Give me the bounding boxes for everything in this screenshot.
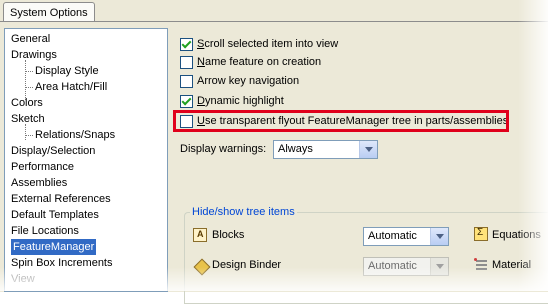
blocks-label: Blocks [212,229,245,241]
hide-show-title: Hide/show tree items [190,205,297,219]
display-warnings-value: Always [278,143,313,155]
blocks-icon [193,228,207,242]
tree-item-display-selection[interactable]: Display/Selection [11,143,95,159]
tree-item-display-style[interactable]: Display Style [25,63,99,79]
options-tree[interactable]: General Drawings Display Style Area Hatc… [4,28,168,292]
tree-item-view[interactable]: View [11,271,35,287]
scroll-selected-checkbox[interactable] [180,38,193,51]
chevron-down-icon[interactable] [430,258,448,275]
window-title-tab[interactable]: System Options [3,2,95,23]
tree-item-relations-snaps[interactable]: Relations/Snaps [24,127,115,143]
name-feature-checkbox[interactable] [180,56,193,69]
display-warnings-select[interactable]: Always [273,140,378,159]
design-binder-label: Design Binder [212,259,282,271]
design-binder-value: Automatic [368,260,417,272]
tree-item-assemblies[interactable]: Assemblies [11,175,67,191]
tree-item-spin-box-increments[interactable]: Spin Box Increments [11,255,113,271]
tree-item-area-hatch-fill[interactable]: Area Hatch/Fill [24,79,107,95]
tree-guide-drawings [25,60,26,100]
tree-item-featuremanager[interactable]: FeatureManager [11,239,97,255]
tree-item-sketch[interactable]: Sketch [11,111,45,127]
dynamic-highlight-checkbox[interactable] [180,95,193,108]
tree-item-drawings[interactable]: Drawings [11,47,57,63]
tree-item-external-references[interactable]: External References [11,191,111,207]
equations-label: Equations [492,229,541,241]
design-binder-select[interactable]: Automatic [363,257,449,276]
blocks-select[interactable]: Automatic [363,227,449,246]
chevron-down-icon[interactable] [359,141,377,158]
tree-item-general[interactable]: General [11,31,50,47]
highlight-annotation [173,110,509,132]
tree-item-default-templates[interactable]: Default Templates [11,207,99,223]
material-label: Material [492,259,532,271]
tree-item-performance[interactable]: Performance [11,159,74,175]
name-feature-label: Name feature on creation [197,56,322,68]
tree-item-file-locations[interactable]: File Locations [11,223,79,239]
material-icon [474,258,488,272]
scroll-selected-label: Scroll selected item into view [197,38,339,50]
arrow-key-checkbox[interactable] [180,75,193,88]
window-title: System Options [10,7,88,19]
blocks-value: Automatic [368,230,417,242]
tree-item-colors[interactable]: Colors [11,95,43,111]
arrow-key-label: Arrow key navigation [197,75,300,87]
chevron-down-icon[interactable] [430,228,448,245]
display-warnings-label: Display warnings: [180,143,267,155]
equations-icon [474,227,488,241]
title-bar: System Options [0,0,548,23]
dynamic-highlight-label: Dynamic highlight [197,95,284,107]
